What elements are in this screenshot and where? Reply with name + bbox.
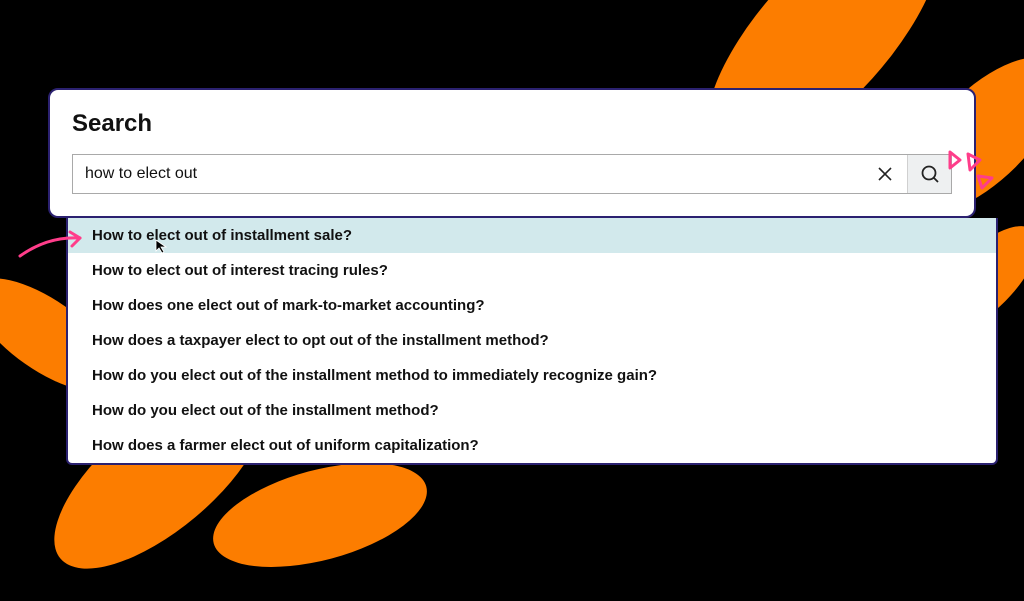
suggestion-item[interactable]: How does a farmer elect out of uniform c… — [68, 428, 996, 463]
suggestion-item[interactable]: How does one elect out of mark-to-market… — [68, 288, 996, 323]
search-button[interactable] — [907, 155, 951, 193]
close-icon — [877, 166, 893, 182]
suggestions-dropdown: How to elect out of installment sale? Ho… — [66, 218, 998, 465]
suggestion-item[interactable]: How do you elect out of the installment … — [68, 393, 996, 428]
suggestion-item[interactable]: How do you elect out of the installment … — [68, 358, 996, 393]
search-icon — [920, 164, 940, 184]
suggestion-item[interactable]: How does a taxpayer elect to opt out of … — [68, 323, 996, 358]
panel-title: Search — [72, 110, 952, 138]
search-input[interactable] — [73, 155, 863, 193]
suggestion-item[interactable]: How to elect out of installment sale? — [68, 218, 996, 253]
suggestion-item[interactable]: How to elect out of interest tracing rul… — [68, 253, 996, 288]
search-panel: Search — [48, 88, 976, 218]
clear-button[interactable] — [863, 155, 907, 193]
search-field-row — [72, 154, 952, 194]
